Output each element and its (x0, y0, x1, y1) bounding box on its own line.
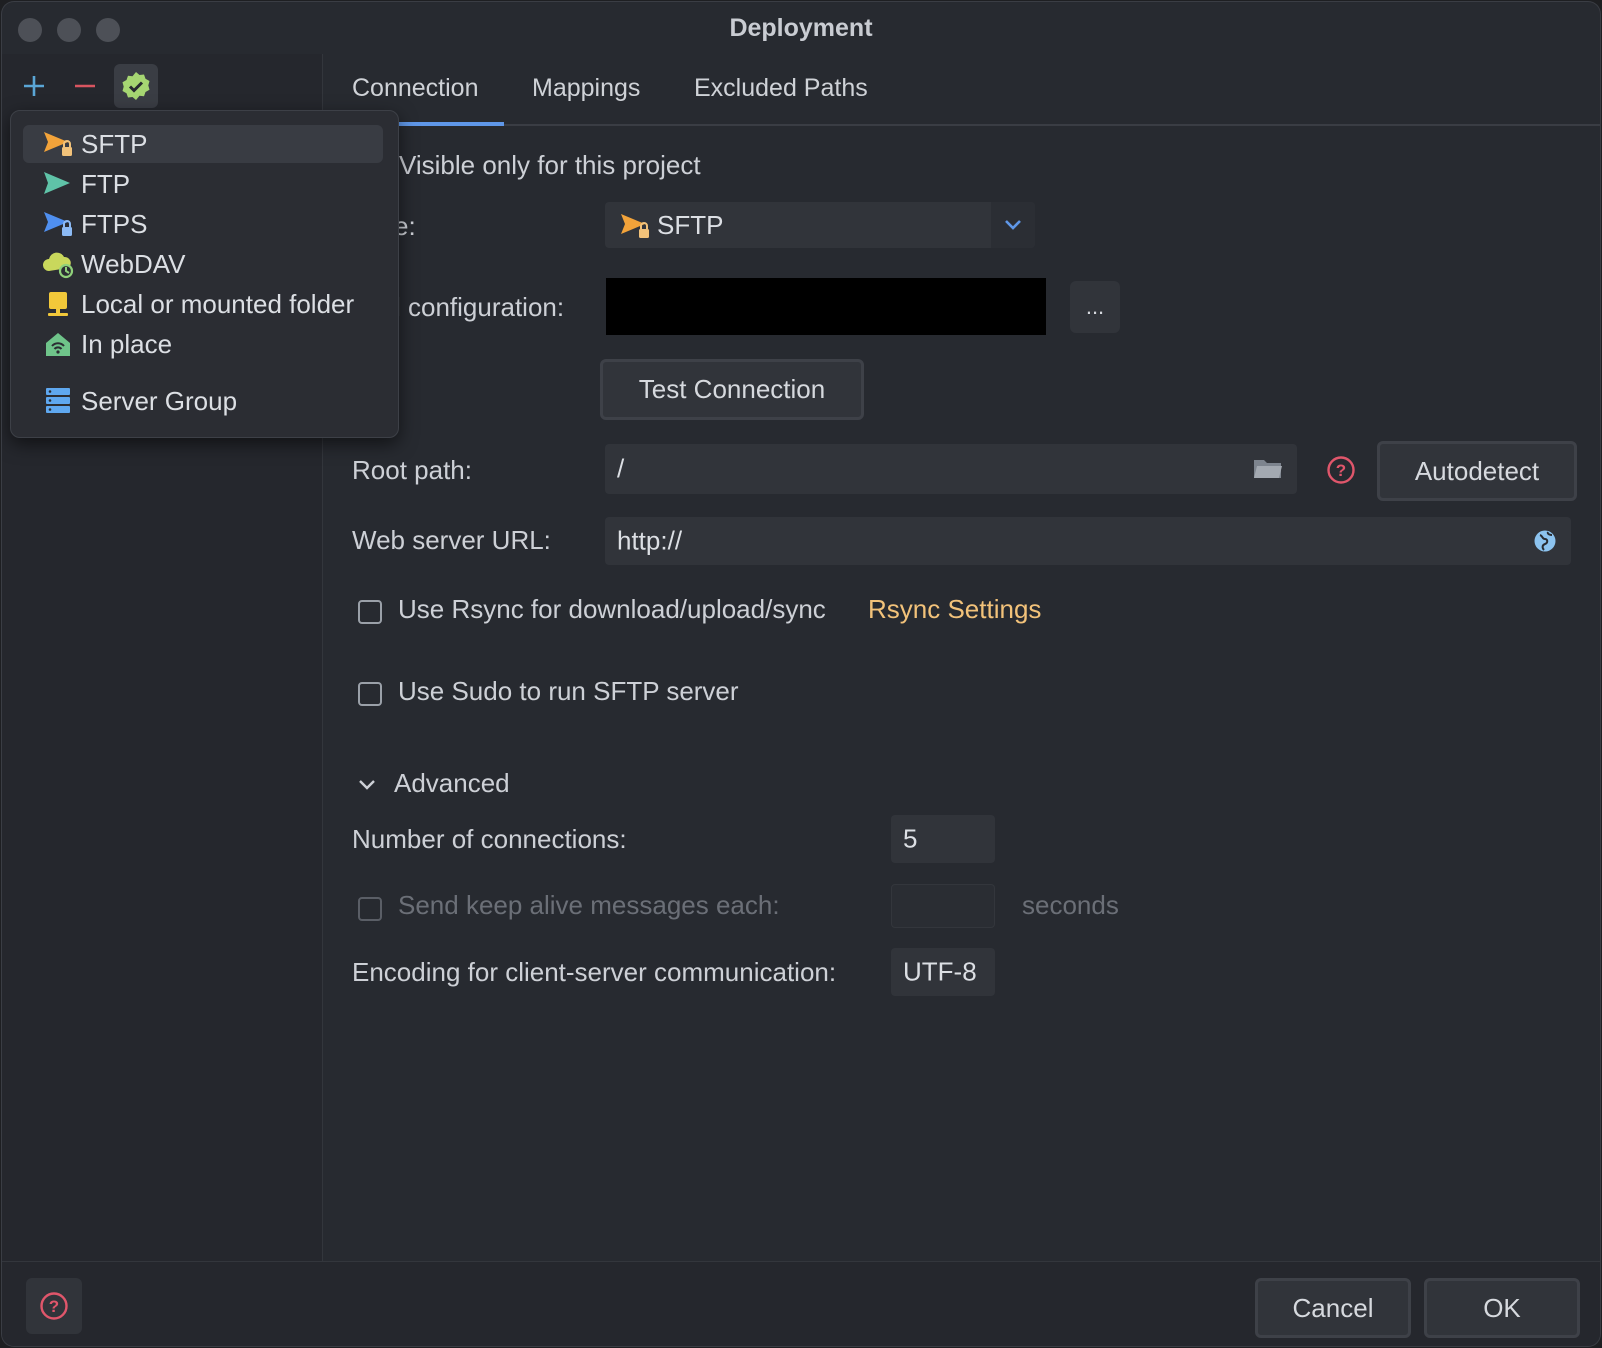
add-server-popup: SFTP FTP FTPS WebDAV Local or mounted fo… (10, 110, 399, 438)
autodetect-button[interactable]: Autodetect (1377, 441, 1577, 501)
ftp-icon (41, 167, 75, 201)
web-url-label: Web server URL: (352, 525, 551, 555)
root-path-value: / (617, 453, 625, 484)
menu-item-in-place[interactable]: In place (23, 325, 383, 363)
keepalive-label: Send keep alive messages each: (398, 890, 780, 920)
sudo-checkbox[interactable] (358, 682, 382, 706)
web-url-value: http:// (617, 525, 683, 556)
num-connections-value: 5 (903, 823, 918, 854)
menu-item-ftp[interactable]: FTP (23, 165, 383, 203)
root-path-label: Root path: (352, 455, 472, 485)
deployment-dialog: Deployment Connection Mappings Excluded … (2, 2, 1600, 1346)
globe-icon[interactable] (1533, 529, 1557, 558)
tab-excluded-paths[interactable]: Excluded Paths (694, 74, 868, 122)
sudo-label: Use Sudo to run SFTP server (398, 676, 739, 706)
window-title: Deployment (729, 14, 873, 42)
set-default-button[interactable] (114, 64, 158, 108)
encoding-label: Encoding for client-server communication… (352, 957, 837, 987)
ftps-icon (41, 207, 75, 241)
root-path-input[interactable]: / (605, 444, 1297, 494)
in-place-icon (41, 327, 75, 361)
type-value: SFTP (657, 210, 724, 240)
encoding-value: UTF-8 (903, 956, 977, 987)
browse-ssh-config-button[interactable]: ... (1070, 281, 1120, 333)
chevron-down-icon (1005, 220, 1021, 230)
help-icon[interactable]: ? (1326, 455, 1356, 490)
check-badge-icon (122, 72, 150, 100)
web-url-input[interactable]: http:// (605, 517, 1571, 565)
chevron-down-icon[interactable] (358, 778, 376, 796)
sftp-icon (619, 211, 651, 246)
rsync-checkbox[interactable] (358, 600, 382, 624)
rsync-settings-link[interactable]: Rsync Settings (868, 594, 1041, 625)
menu-item-server-group[interactable]: Server Group (23, 382, 383, 420)
menu-item-sftp[interactable]: SFTP (23, 125, 383, 163)
menu-item-ftps[interactable]: FTPS (23, 205, 383, 243)
minus-icon (75, 84, 95, 88)
menu-item-local-folder[interactable]: Local or mounted folder (23, 285, 383, 323)
num-connections-label: Number of connections: (352, 824, 627, 854)
tab-mappings[interactable]: Mappings (532, 74, 640, 122)
tab-bar: Connection Mappings Excluded Paths (322, 54, 1600, 126)
num-connections-input[interactable]: 5 (891, 815, 995, 863)
keepalive-unit-label: seconds (1022, 890, 1119, 920)
encoding-select[interactable]: UTF-8 (891, 948, 995, 996)
menu-item-webdav[interactable]: WebDAV (23, 245, 383, 283)
plus-icon (24, 76, 44, 96)
ok-button[interactable]: OK (1424, 1278, 1580, 1338)
help-icon: ? (40, 1292, 68, 1320)
keepalive-input[interactable] (891, 884, 995, 928)
rsync-label: Use Rsync for download/upload/sync (398, 594, 826, 624)
test-connection-button[interactable]: Test Connection (600, 359, 864, 420)
title-bar: Deployment (2, 2, 1600, 54)
server-group-icon (41, 384, 75, 418)
advanced-section-toggle[interactable]: Advanced (394, 768, 510, 799)
type-dropdown[interactable]: SFTP (605, 202, 1035, 248)
local-folder-icon (41, 287, 75, 321)
cancel-button[interactable]: Cancel (1255, 1278, 1411, 1338)
dropdown-arrow[interactable] (991, 202, 1035, 248)
add-server-button[interactable] (12, 64, 56, 108)
help-button[interactable]: ? (26, 1278, 82, 1334)
sftp-icon (41, 127, 75, 161)
ssh-config-field-redacted[interactable] (606, 278, 1046, 335)
remove-server-button[interactable] (63, 64, 107, 108)
keepalive-checkbox[interactable] (358, 897, 382, 921)
visible-only-label[interactable]: Visible only for this project (399, 150, 701, 181)
webdav-icon (41, 247, 75, 281)
ssh-config-label: l configuration: (395, 292, 565, 322)
svg-text:?: ? (1336, 461, 1346, 480)
folder-icon[interactable] (1253, 455, 1283, 486)
svg-text:?: ? (49, 1297, 59, 1316)
dialog-footer: ? Cancel OK (2, 1261, 1600, 1346)
